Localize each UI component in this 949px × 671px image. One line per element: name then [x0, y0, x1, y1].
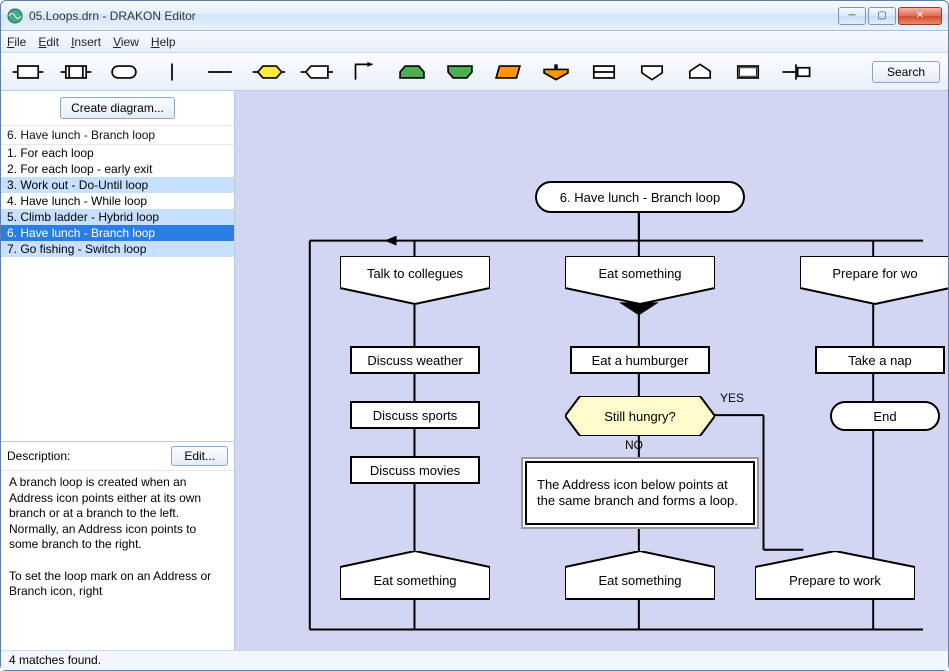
svg-text:Talk to collegues: Talk to collegues — [367, 266, 464, 281]
search-button[interactable]: Search — [872, 61, 940, 83]
comment-node[interactable]: The Address icon below points at the sam… — [525, 461, 755, 525]
toolbar: Search — [1, 53, 948, 91]
close-button[interactable]: ✕ — [898, 7, 942, 25]
action-node[interactable]: Discuss sports — [350, 401, 480, 429]
list-item[interactable]: 2. For each loop - early exit — [1, 161, 234, 177]
action-node[interactable]: Eat a humburger — [570, 346, 710, 374]
menu-file[interactable]: File — [7, 35, 26, 49]
diagram-title-node[interactable]: 6. Have lunch - Branch loop — [535, 181, 745, 213]
menubar: File Edit Insert View Help — [1, 31, 948, 53]
tool-shelf-icon[interactable] — [585, 57, 623, 87]
end-node[interactable]: End — [830, 401, 940, 431]
action-node[interactable]: Take a nap — [815, 346, 945, 374]
app-icon — [7, 8, 23, 24]
branch-header-node[interactable]: Eat something — [565, 256, 715, 306]
description-label: Description: — [7, 449, 163, 463]
list-item[interactable]: 6. Have lunch - Branch loop — [1, 225, 234, 241]
tool-loop-begin-icon[interactable] — [393, 57, 431, 87]
tool-question-icon[interactable] — [249, 57, 287, 87]
tool-rounded-icon[interactable] — [105, 57, 143, 87]
action-node[interactable]: Discuss movies — [350, 456, 480, 484]
svg-text:Prepare for wo: Prepare for wo — [832, 266, 917, 281]
tool-connector-icon[interactable] — [777, 57, 815, 87]
sidebar: Create diagram... 6. Have lunch - Branch… — [1, 91, 235, 650]
description-text: A branch loop is created when an Address… — [1, 470, 234, 650]
create-diagram-button[interactable]: Create diagram... — [60, 97, 175, 119]
tool-address-icon[interactable] — [681, 57, 719, 87]
tool-insertion-icon[interactable] — [57, 57, 95, 87]
tool-vline-icon[interactable] — [153, 57, 191, 87]
tool-branch-icon[interactable] — [633, 57, 671, 87]
tool-comment-icon[interactable] — [729, 57, 767, 87]
svg-text:Still hungry?: Still hungry? — [604, 409, 676, 424]
body: Create diagram... 6. Have lunch - Branch… — [1, 91, 948, 650]
window-buttons: ─ ▢ ✕ — [838, 7, 942, 25]
svg-text:Eat something: Eat something — [598, 266, 681, 281]
minimize-button[interactable]: ─ — [838, 7, 866, 25]
list-item[interactable]: 1. For each loop — [1, 145, 234, 161]
canvas[interactable]: 6. Have lunch - Branch loop Talk to coll… — [235, 91, 948, 650]
svg-text:Eat something: Eat something — [598, 573, 681, 588]
titlebar: 05.Loops.drn - DRAKON Editor ─ ▢ ✕ — [1, 1, 948, 31]
current-diagram-label: 6. Have lunch - Branch loop — [1, 126, 234, 145]
description-edit-button[interactable]: Edit... — [171, 446, 228, 466]
tool-output-icon[interactable] — [537, 57, 575, 87]
address-node[interactable]: Eat something — [565, 551, 715, 601]
tool-hline-icon[interactable] — [201, 57, 239, 87]
menu-help[interactable]: Help — [151, 35, 176, 49]
branch-header-node[interactable]: Talk to collegues — [340, 256, 490, 306]
question-node[interactable]: Still hungry? — [565, 396, 715, 436]
menu-view[interactable]: View — [113, 35, 139, 49]
maximize-button[interactable]: ▢ — [868, 7, 896, 25]
branch-header-node[interactable]: Prepare for wo — [800, 256, 948, 306]
svg-text:Prepare to work: Prepare to work — [789, 573, 881, 588]
list-item[interactable]: 7. Go fishing - Switch loop — [1, 241, 234, 257]
tool-arrow-icon[interactable] — [345, 57, 383, 87]
no-label: NO — [625, 438, 643, 452]
menu-insert[interactable]: Insert — [71, 35, 101, 49]
tool-input-icon[interactable] — [489, 57, 527, 87]
tool-select-icon[interactable] — [297, 57, 335, 87]
menu-edit[interactable]: Edit — [38, 35, 59, 49]
diagram-list[interactable]: 1. For each loop 2. For each loop - earl… — [1, 145, 234, 442]
address-node[interactable]: Eat something — [340, 551, 490, 601]
tool-action-icon[interactable] — [9, 57, 47, 87]
yes-label: YES — [720, 391, 744, 405]
list-item[interactable]: 4. Have lunch - While loop — [1, 193, 234, 209]
window-title: 05.Loops.drn - DRAKON Editor — [29, 9, 838, 23]
action-node[interactable]: Discuss weather — [350, 346, 480, 374]
tool-loop-end-icon[interactable] — [441, 57, 479, 87]
list-item[interactable]: 3. Work out - Do-Until loop — [1, 177, 234, 193]
address-node[interactable]: Prepare to work — [755, 551, 915, 601]
list-item[interactable]: 5. Climb ladder - Hybrid loop — [1, 209, 234, 225]
statusbar: 4 matches found. — [1, 650, 948, 670]
svg-text:Eat something: Eat something — [373, 573, 456, 588]
